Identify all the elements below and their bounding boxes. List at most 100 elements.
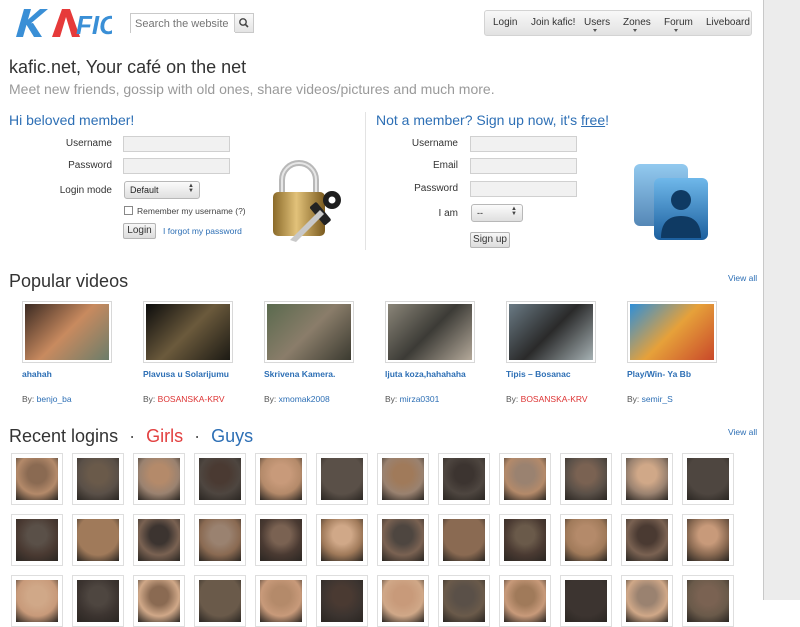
nav-users[interactable]: Users xyxy=(584,17,610,28)
signup-password-field[interactable] xyxy=(470,181,577,197)
recent-login-avatar[interactable] xyxy=(377,453,429,505)
signup-heading-text: Not a member? Sign up now, it's xyxy=(376,112,581,128)
signup-email-field[interactable] xyxy=(470,158,577,174)
avatar-photo xyxy=(443,580,485,622)
recent-login-avatar[interactable] xyxy=(621,514,673,566)
recent-login-avatar[interactable] xyxy=(438,453,490,505)
recent-login-avatar[interactable] xyxy=(499,453,551,505)
recent-login-avatar[interactable] xyxy=(194,453,246,505)
video-title[interactable]: Tipis – Bosanac xyxy=(506,369,571,379)
videos-view-all-link[interactable]: View all xyxy=(728,273,757,283)
video-author: By: BOSANSKA-KRV xyxy=(143,394,225,404)
video-author-link[interactable]: semir_S xyxy=(642,394,673,404)
recent-login-avatar[interactable] xyxy=(72,575,124,627)
recent-login-avatar[interactable] xyxy=(560,514,612,566)
avatar-photo xyxy=(626,580,668,622)
recent-login-avatar[interactable] xyxy=(560,575,612,627)
nav-forum[interactable]: Forum xyxy=(664,17,693,28)
video-title[interactable]: Skrivena Kamera. xyxy=(264,369,335,379)
avatar-photo xyxy=(260,458,302,500)
recent-login-avatar[interactable] xyxy=(72,514,124,566)
video-author-link[interactable]: xmomak2008 xyxy=(279,394,330,404)
recent-login-avatar[interactable] xyxy=(11,453,63,505)
nav-liveboard[interactable]: Liveboard xyxy=(706,17,750,28)
video-thumbnail[interactable] xyxy=(143,301,233,363)
remember-checkbox[interactable] xyxy=(124,206,133,215)
signup-button[interactable]: Sign up xyxy=(470,232,510,248)
login-button[interactable]: Login xyxy=(123,223,156,239)
recent-login-avatar[interactable] xyxy=(438,575,490,627)
avatar-photo xyxy=(260,580,302,622)
video-title[interactable]: ahahah xyxy=(22,369,52,379)
recent-login-avatar[interactable] xyxy=(682,575,734,627)
padlock-icon xyxy=(273,160,341,242)
login-mode-label: Login mode xyxy=(59,185,112,196)
avatar-photo xyxy=(321,519,363,561)
recent-login-avatar[interactable] xyxy=(133,514,185,566)
recent-login-avatar[interactable] xyxy=(255,575,307,627)
popular-videos-heading: Popular videos xyxy=(9,271,129,291)
iam-select[interactable]: -- ▲ ▼ xyxy=(471,204,523,222)
recent-login-avatar[interactable] xyxy=(133,575,185,627)
login-mode-select[interactable]: Default ▲ ▼ xyxy=(124,181,200,199)
login-password-field[interactable] xyxy=(123,158,230,174)
recent-login-avatar[interactable] xyxy=(621,453,673,505)
video-by-label: By: xyxy=(627,394,640,404)
video-thumbnail[interactable] xyxy=(506,301,596,363)
video-by-label: By: xyxy=(264,394,277,404)
recent-login-avatar[interactable] xyxy=(377,575,429,627)
iam-value: -- xyxy=(477,208,483,218)
nav-zones[interactable]: Zones xyxy=(623,17,651,28)
video-by-label: By: xyxy=(143,394,156,404)
video-by-label: By: xyxy=(22,394,35,404)
video-thumbnail[interactable] xyxy=(385,301,475,363)
recent-login-avatar[interactable] xyxy=(560,453,612,505)
recent-login-avatar[interactable] xyxy=(255,514,307,566)
recent-login-avatar[interactable] xyxy=(438,514,490,566)
recent-login-avatar[interactable] xyxy=(682,514,734,566)
recent-login-avatar[interactable] xyxy=(11,575,63,627)
recent-login-avatar[interactable] xyxy=(316,514,368,566)
login-username-field[interactable] xyxy=(123,136,230,152)
nav-join[interactable]: Join kafic! xyxy=(531,17,575,28)
recent-login-avatar[interactable] xyxy=(499,575,551,627)
recent-login-avatar[interactable] xyxy=(316,453,368,505)
recent-view-all-link[interactable]: View all xyxy=(728,427,757,437)
search-input[interactable] xyxy=(131,15,235,33)
video-thumbnail-image xyxy=(146,304,230,360)
recent-login-avatar[interactable] xyxy=(194,514,246,566)
remember-label: Remember my username (?) xyxy=(137,206,246,216)
recent-login-avatar[interactable] xyxy=(72,453,124,505)
recent-login-avatar[interactable] xyxy=(682,453,734,505)
signup-username-field[interactable] xyxy=(470,136,577,152)
recent-login-avatar[interactable] xyxy=(133,453,185,505)
recent-login-avatar[interactable] xyxy=(499,514,551,566)
video-title[interactable]: Plavusa u Solarijumu xyxy=(143,369,229,379)
girls-filter-link[interactable]: Girls xyxy=(146,426,183,446)
search-button[interactable] xyxy=(234,14,253,32)
signup-email-label: Email xyxy=(432,160,458,171)
kafic-logo[interactable]: FIC xyxy=(12,7,112,39)
recent-login-avatar[interactable] xyxy=(377,514,429,566)
recent-login-avatar[interactable] xyxy=(11,514,63,566)
video-thumbnail-image xyxy=(509,304,593,360)
video-title[interactable]: Play/Win- Ya Bb xyxy=(627,369,691,379)
search-icon xyxy=(239,18,249,28)
video-author-link[interactable]: benjo_ba xyxy=(37,394,72,404)
video-thumbnail[interactable] xyxy=(627,301,717,363)
video-author-link[interactable]: BOSANSKA-KRV xyxy=(158,394,225,404)
video-title[interactable]: ljuta koza,hahahaha xyxy=(385,369,466,379)
video-author-link[interactable]: mirza0301 xyxy=(400,394,440,404)
video-author-link[interactable]: BOSANSKA-KRV xyxy=(521,394,588,404)
nav-login[interactable]: Login xyxy=(493,17,517,28)
recent-login-avatar[interactable] xyxy=(194,575,246,627)
page-gutter xyxy=(764,0,800,600)
recent-login-avatar[interactable] xyxy=(316,575,368,627)
video-thumbnail[interactable] xyxy=(264,301,354,363)
guys-filter-link[interactable]: Guys xyxy=(211,426,253,446)
video-thumbnail[interactable] xyxy=(22,301,112,363)
free-link[interactable]: free xyxy=(581,112,605,128)
forgot-password-link[interactable]: I forgot my password xyxy=(163,226,242,236)
recent-login-avatar[interactable] xyxy=(255,453,307,505)
recent-login-avatar[interactable] xyxy=(621,575,673,627)
